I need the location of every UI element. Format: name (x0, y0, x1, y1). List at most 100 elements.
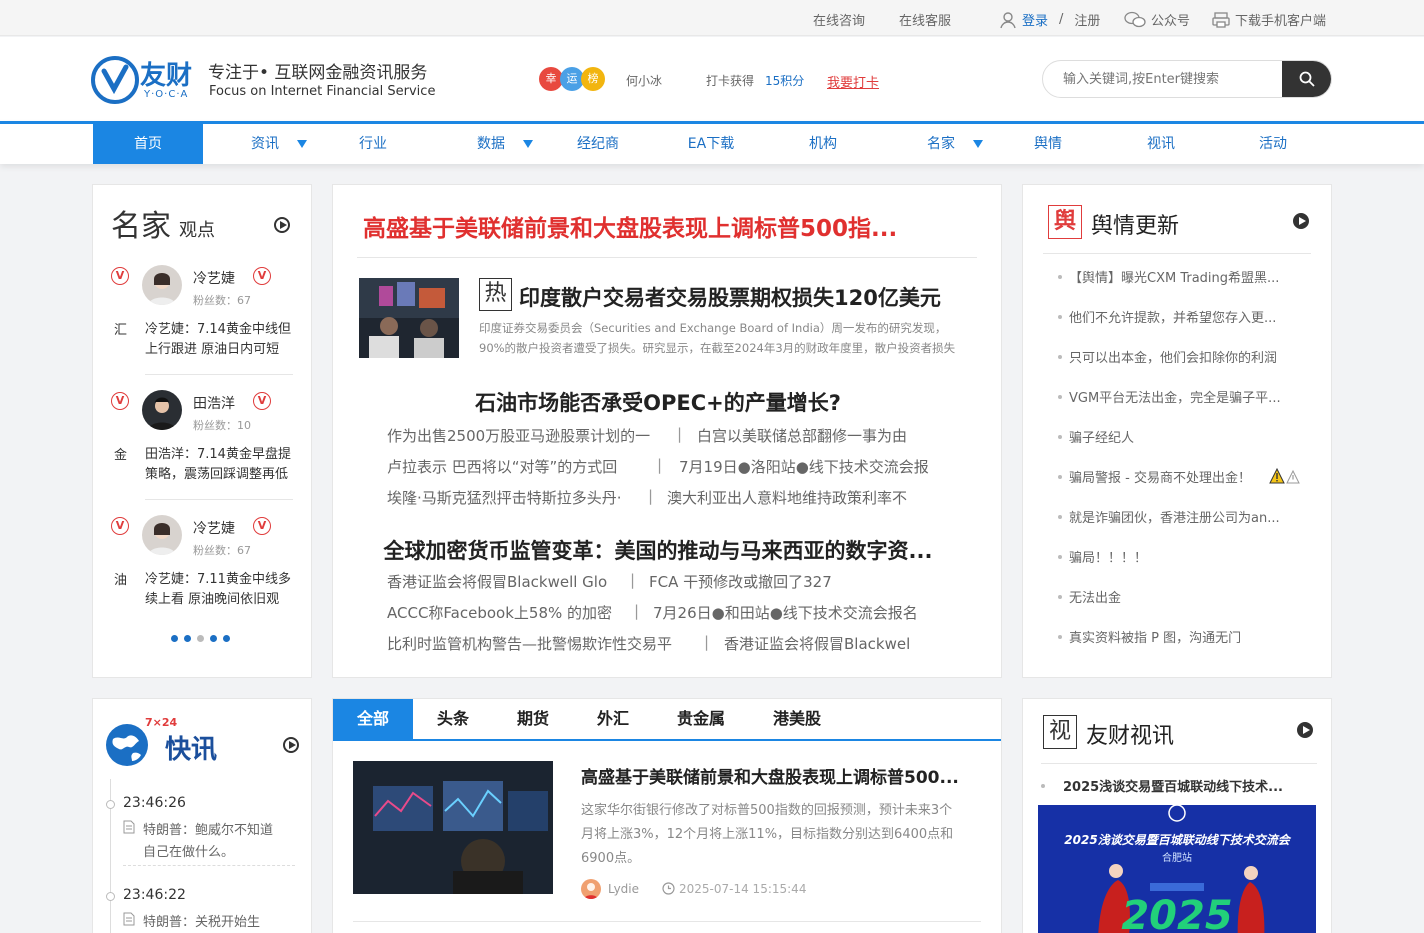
avatar[interactable] (142, 390, 182, 430)
opinion-badge: 舆 (1048, 205, 1082, 239)
flash-text-line1[interactable]: 特朗普：鲍威尔不知道 (143, 819, 293, 838)
opinion-more-icon[interactable] (1293, 213, 1309, 229)
checkin-button[interactable]: 我要打卡 (827, 72, 879, 91)
video-banner[interactable]: 2025浅谈交易暨百城联动线下技术交流会 合肥站 2025 (1038, 805, 1316, 933)
tab-headlines[interactable]: 头条 (413, 699, 493, 739)
news-link[interactable]: 7月19日●洛阳站●线下技术交流会报 (679, 456, 929, 477)
expert-tag: 金 (114, 448, 128, 463)
avatar[interactable] (142, 265, 182, 305)
news-link[interactable]: ACCC称Facebook上58% 的加密 (387, 602, 612, 623)
online-service-link[interactable]: 在线客服 (899, 10, 951, 29)
video-more-icon[interactable] (1297, 722, 1313, 738)
flash-more-icon[interactable] (283, 737, 299, 753)
section2-title[interactable]: 全球加密货币监管变革：美国的推动与马来西亚的数字资... (333, 535, 983, 565)
nav-data-label: 数据 (477, 136, 505, 152)
hot-news-summary-line2: 90%的散户投资者遭受了损失。研究显示，在截至2024年3月的财政年度里，散户投… (479, 341, 956, 355)
carousel-dot[interactable] (210, 635, 217, 642)
hot-news-title[interactable]: 印度散户交易者交易股票期权损失120亿美元 (519, 282, 989, 312)
tab-precious-metals[interactable]: 贵金属 (653, 699, 749, 739)
list-item[interactable]: 真实资料被指 P 图，沟通无门 (1069, 627, 1317, 646)
timeline-dot (106, 800, 115, 809)
nav-opinion[interactable]: 舆情 (993, 124, 1103, 164)
list-item[interactable]: 骗局！！！！ (1069, 547, 1317, 566)
carousel-dot[interactable] (223, 635, 230, 642)
news-link[interactable]: FCA 干预修改或撤回了327 (649, 571, 832, 592)
tab-hk-us-stocks[interactable]: 港美股 (749, 699, 845, 739)
main-headline[interactable]: 高盛基于美联储前景和大盘股表现上调标普500指... (363, 209, 983, 243)
expert-post-line1[interactable]: 冷艺婕：7.14黄金中线但 (145, 318, 293, 337)
article-author[interactable]: Lydie (608, 882, 639, 896)
flash-text-line2[interactable]: 自己在做什么。 (143, 841, 293, 860)
bullet-icon (1058, 315, 1062, 319)
news-link[interactable]: 澳大利亚出人意料地维持政策利率不 (667, 487, 907, 508)
search-input[interactable] (1043, 61, 1283, 97)
expert-post-line1[interactable]: 田浩洋：7.14黄金早盘提 (145, 443, 293, 462)
nav-ea-download[interactable]: EA下载 (656, 124, 766, 164)
nav-brokers[interactable]: 经纪商 (543, 124, 653, 164)
expert-name[interactable]: 冷艺婕 (193, 268, 235, 288)
nav-data-dropdown-icon (523, 140, 533, 148)
expert-name[interactable]: 冷艺婕 (193, 518, 235, 538)
hot-badge: 热 (479, 278, 512, 311)
news-link[interactable]: 比利时监管机构警告—批警惕欺诈性交易平 (387, 633, 672, 654)
login-link[interactable]: 登录 (1022, 10, 1048, 29)
nav-industry[interactable]: 行业 (318, 124, 428, 164)
bullet-icon (1058, 355, 1062, 359)
video-item-title[interactable]: 2025浅谈交易暨百城联动线下技术... (1063, 776, 1318, 795)
tab-forex[interactable]: 外汇 (573, 699, 653, 739)
article-image[interactable] (353, 761, 553, 894)
expert-post-line2[interactable]: 策略，震荡回踩调整再低 (145, 463, 293, 482)
expert-post-line1[interactable]: 冷艺婕：7.11黄金中线多 (145, 568, 293, 587)
list-item[interactable]: 骗子经纪人 (1069, 427, 1317, 446)
nav-institutions[interactable]: 机构 (768, 124, 878, 164)
experts-more-icon[interactable] (274, 217, 290, 233)
nav-home[interactable]: 首页 (93, 124, 203, 164)
article-title[interactable]: 高盛基于美联储前景和大盘股表现上调标普500... (581, 763, 981, 788)
section1-title[interactable]: 石油市场能否承受OPEC+的产量增长? (333, 387, 983, 417)
list-item[interactable]: 只可以出本金，他们会扣除你的利润 (1069, 347, 1317, 366)
avatar[interactable] (142, 515, 182, 555)
globe-icon (106, 724, 148, 766)
list-item[interactable]: 就是诈骗团伙，香港注册公司为an... (1069, 507, 1317, 526)
expert-post-line2[interactable]: 上行跟进 原油日内可短 (145, 338, 293, 357)
register-link[interactable]: 注册 (1074, 10, 1100, 29)
wechat-link[interactable]: 公众号 (1124, 10, 1190, 29)
news-link[interactable]: 白宫以美联储总部翻修一事为由 (697, 425, 907, 446)
lucky-user[interactable]: 何小冰 (626, 72, 662, 89)
expert-name[interactable]: 田浩洋 (193, 393, 235, 413)
carousel-dot[interactable] (184, 635, 191, 642)
timeline-dot (106, 892, 115, 901)
news-link[interactable]: 埃隆·马斯克猛烈抨击特斯拉多头丹· (387, 487, 622, 508)
v-badge-icon: V (253, 517, 271, 535)
experts-title-big: 名家 (111, 209, 171, 244)
news-link[interactable]: 作为出售2500万股亚马逊股票计划的一 (387, 425, 650, 446)
download-label: 下载手机客户端 (1235, 14, 1327, 29)
list-item[interactable]: 他们不允许提款，并希望您存入更... (1069, 307, 1317, 326)
news-link[interactable]: 卢拉表示 巴西将以“对等”的方式回 (387, 456, 617, 477)
slogan-cn: 专注于• 互联网金融资讯服务 (208, 63, 428, 83)
list-item[interactable]: 无法出金 (1069, 587, 1317, 606)
lucky-ranking-badge[interactable]: 幸 运 榜 (539, 67, 609, 93)
download-app-link[interactable]: 下载手机客户端 (1212, 10, 1326, 29)
news-link[interactable]: 7月26日●和田站●线下技术交流会报名 (653, 602, 918, 623)
news-link[interactable]: 香港证监会将假冒Blackwell Glo (387, 571, 607, 592)
news-link[interactable]: 香港证监会将假冒Blackwel (724, 633, 910, 654)
author-avatar[interactable] (581, 879, 601, 899)
yoca-logo[interactable]: 友财 Y·O·C·A (90, 55, 198, 105)
hot-news-image[interactable] (359, 278, 459, 358)
nav-events[interactable]: 活动 (1218, 124, 1328, 164)
carousel-dot[interactable] (171, 635, 178, 642)
online-consult-link[interactable]: 在线咨询 (813, 10, 865, 29)
list-item[interactable]: 骗局警报 - 交易商不处理出金！ (1069, 467, 1269, 486)
list-divider: | (634, 602, 640, 620)
flash-text-line1[interactable]: 特朗普：关税开始生 (143, 911, 293, 930)
carousel-dot[interactable] (197, 635, 204, 642)
tab-all[interactable]: 全部 (333, 699, 413, 739)
tab-futures[interactable]: 期货 (493, 699, 573, 739)
expert-post-line2[interactable]: 续上看 原油晚间依旧观 (145, 588, 293, 607)
nav-video[interactable]: 视讯 (1106, 124, 1216, 164)
search-button[interactable] (1282, 61, 1331, 97)
list-item[interactable]: VGM平台无法出金，完全是骗子平... (1069, 387, 1317, 406)
hot-news-summary-line1: 印度证券交易委员会（Securities and Exchange Board … (479, 321, 947, 335)
list-item[interactable]: 【舆情】曝光CXM Trading希盟黑... (1069, 267, 1317, 286)
